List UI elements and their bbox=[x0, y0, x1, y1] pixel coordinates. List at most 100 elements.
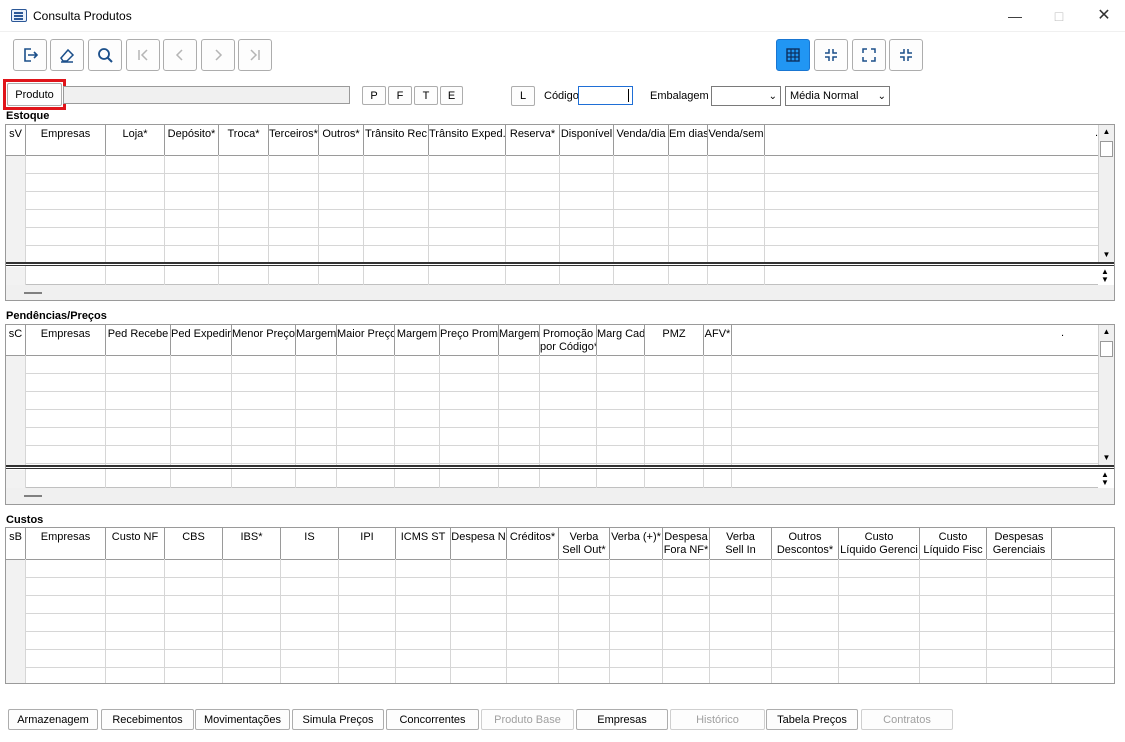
column-header[interactable]: Verba Sell In bbox=[710, 528, 772, 559]
scroll-down-icon[interactable]: ▼ bbox=[1099, 451, 1114, 465]
vertical-scrollbar[interactable]: ▲ ▼ bbox=[1098, 325, 1114, 465]
maximize-icon[interactable]: □ bbox=[1044, 6, 1074, 26]
column-header[interactable]: Trânsito Rec bbox=[364, 125, 429, 155]
scroll-thumb[interactable] bbox=[1100, 141, 1113, 157]
column-header[interactable]: Trânsito Exped. bbox=[429, 125, 506, 155]
embalagem-select[interactable]: ⌄ bbox=[711, 86, 781, 106]
expand-button[interactable] bbox=[852, 39, 886, 71]
column-header[interactable]: sV bbox=[6, 125, 26, 155]
column-header[interactable]: Disponível bbox=[560, 125, 614, 155]
column-header[interactable]: Reserva* bbox=[506, 125, 560, 155]
exit-button[interactable] bbox=[13, 39, 47, 71]
column-header[interactable]: Em dias bbox=[669, 125, 708, 155]
splitter-handle[interactable] bbox=[24, 495, 42, 497]
column-line bbox=[558, 559, 559, 683]
column-header[interactable]: Margem bbox=[499, 325, 540, 355]
column-header[interactable]: Ped Recebe bbox=[106, 325, 171, 355]
chevron-down-icon: ⌄ bbox=[877, 91, 886, 102]
bottom-button-2[interactable]: Recebimentos bbox=[101, 709, 194, 730]
column-header[interactable]: PMZ bbox=[645, 325, 704, 355]
filter-p-button[interactable]: P bbox=[362, 86, 386, 105]
filter-e-button[interactable]: E bbox=[440, 86, 463, 105]
column-header[interactable]: Custo Líquido Fisc bbox=[920, 528, 987, 559]
column-header[interactable]: Empresas bbox=[26, 528, 106, 559]
column-header[interactable]: Despesa Fora NF* bbox=[663, 528, 710, 559]
column-header[interactable]: Promoção por Código* bbox=[540, 325, 597, 355]
column-header[interactable]: Troca* bbox=[219, 125, 269, 155]
column-header[interactable]: Preço Prom bbox=[440, 325, 499, 355]
codigo-input[interactable] bbox=[578, 86, 633, 105]
scroll-up-icon[interactable]: ▲ bbox=[1099, 125, 1114, 139]
column-header[interactable]: Outros Descontos* bbox=[772, 528, 839, 559]
bottom-button-3[interactable]: Movimentações bbox=[195, 709, 290, 730]
column-header[interactable]: sC bbox=[6, 325, 26, 355]
column-header[interactable]: Créditos* bbox=[507, 528, 559, 559]
bottom-button-5[interactable]: Concorrentes bbox=[386, 709, 479, 730]
next-record-button[interactable] bbox=[201, 39, 235, 71]
column-header[interactable]: Maior Preço bbox=[337, 325, 395, 355]
scroll-thumb[interactable] bbox=[1100, 341, 1113, 357]
column-header[interactable]: Terceiros* bbox=[269, 125, 319, 155]
bottom-button-7[interactable]: Empresas bbox=[576, 709, 668, 730]
estoque-grid[interactable]: sV Empresas Loja* Depósito* Troca* Terceiros*… bbox=[5, 124, 1115, 301]
collapse-button[interactable] bbox=[814, 39, 848, 71]
filter-l-button[interactable]: L bbox=[511, 86, 535, 106]
column-header[interactable]: Despesa N bbox=[451, 528, 507, 559]
bottom-button-4[interactable]: Simula Preços bbox=[292, 709, 384, 730]
first-record-button[interactable] bbox=[126, 39, 160, 71]
vertical-scrollbar[interactable]: ▲ ▼ bbox=[1098, 125, 1114, 262]
column-header[interactable]: Menor Preço bbox=[232, 325, 296, 355]
column-header[interactable]: Marg Cad bbox=[597, 325, 645, 355]
totals-spinner[interactable]: ▲ ▼ bbox=[1098, 268, 1112, 284]
media-select[interactable]: Média Normal ⌄ bbox=[785, 86, 890, 106]
column-header[interactable]: Verba Sell Out* bbox=[559, 528, 610, 559]
column-header[interactable]: IBS* bbox=[223, 528, 281, 559]
column-header[interactable]: Empresas bbox=[26, 325, 106, 355]
scroll-up-icon[interactable]: ▲ bbox=[1099, 325, 1114, 339]
scroll-down-icon[interactable]: ▼ bbox=[1099, 248, 1114, 262]
splitter-handle[interactable] bbox=[24, 292, 42, 294]
column-header[interactable]: Outros* bbox=[319, 125, 364, 155]
previous-record-button[interactable] bbox=[163, 39, 197, 71]
column-header[interactable]: ICMS ST bbox=[396, 528, 451, 559]
filter-t-button[interactable]: T bbox=[414, 86, 438, 105]
column-header[interactable]: Margem bbox=[395, 325, 440, 355]
produto-button[interactable]: Produto bbox=[7, 83, 62, 106]
column-header[interactable]: Verba (+)* bbox=[610, 528, 663, 559]
column-header[interactable]: Custo Líquido Gerenci bbox=[839, 528, 920, 559]
column-line bbox=[105, 355, 106, 465]
column-header[interactable]: CBS bbox=[165, 528, 223, 559]
column-header[interactable]: IPI bbox=[339, 528, 396, 559]
filter-f-button[interactable]: F bbox=[388, 86, 412, 105]
last-record-button[interactable] bbox=[238, 39, 272, 71]
totals-column-line bbox=[764, 266, 765, 285]
column-header[interactable]: Ped Expedir bbox=[171, 325, 232, 355]
column-header[interactable]: Custo NF bbox=[106, 528, 165, 559]
column-header[interactable]: sB bbox=[6, 528, 26, 559]
column-header[interactable]: AFV* bbox=[704, 325, 732, 355]
column-header[interactable]: Empresas bbox=[26, 125, 106, 155]
bottom-button-1[interactable]: Armazenagem bbox=[8, 709, 98, 730]
column-header[interactable]: Loja* bbox=[106, 125, 165, 155]
column-line bbox=[838, 559, 839, 683]
search-button[interactable] bbox=[88, 39, 122, 71]
column-header[interactable]: Despesas Gerenciais bbox=[987, 528, 1052, 559]
custos-grid[interactable]: sB Empresas Custo NF CBS IBS* IS IPI ICMS ST Des… bbox=[5, 527, 1115, 684]
totals-column-line bbox=[498, 469, 499, 488]
column-header[interactable]: Depósito* bbox=[165, 125, 219, 155]
totals-column-line bbox=[596, 469, 597, 488]
totals-spinner[interactable]: ▲ ▼ bbox=[1098, 471, 1112, 487]
column-header[interactable]: Venda/sem bbox=[708, 125, 765, 155]
column-header[interactable]: Venda/dia bbox=[614, 125, 669, 155]
bottom-button-9[interactable]: Tabela Preços bbox=[766, 709, 858, 730]
clear-button[interactable] bbox=[50, 39, 84, 71]
close-icon[interactable]: ✕ bbox=[1089, 6, 1119, 26]
column-header[interactable]: IS bbox=[281, 528, 339, 559]
pendencias-grid[interactable]: sC Empresas Ped Recebe Ped Expedir Menor Pre… bbox=[5, 324, 1115, 505]
totals-column-line bbox=[295, 469, 296, 488]
totals-selector bbox=[6, 470, 25, 488]
minimize-icon[interactable]: — bbox=[1000, 6, 1030, 26]
collapse-alt-button[interactable] bbox=[889, 39, 923, 71]
column-header[interactable]: Margem bbox=[296, 325, 337, 355]
grid-view-button[interactable] bbox=[776, 39, 810, 71]
